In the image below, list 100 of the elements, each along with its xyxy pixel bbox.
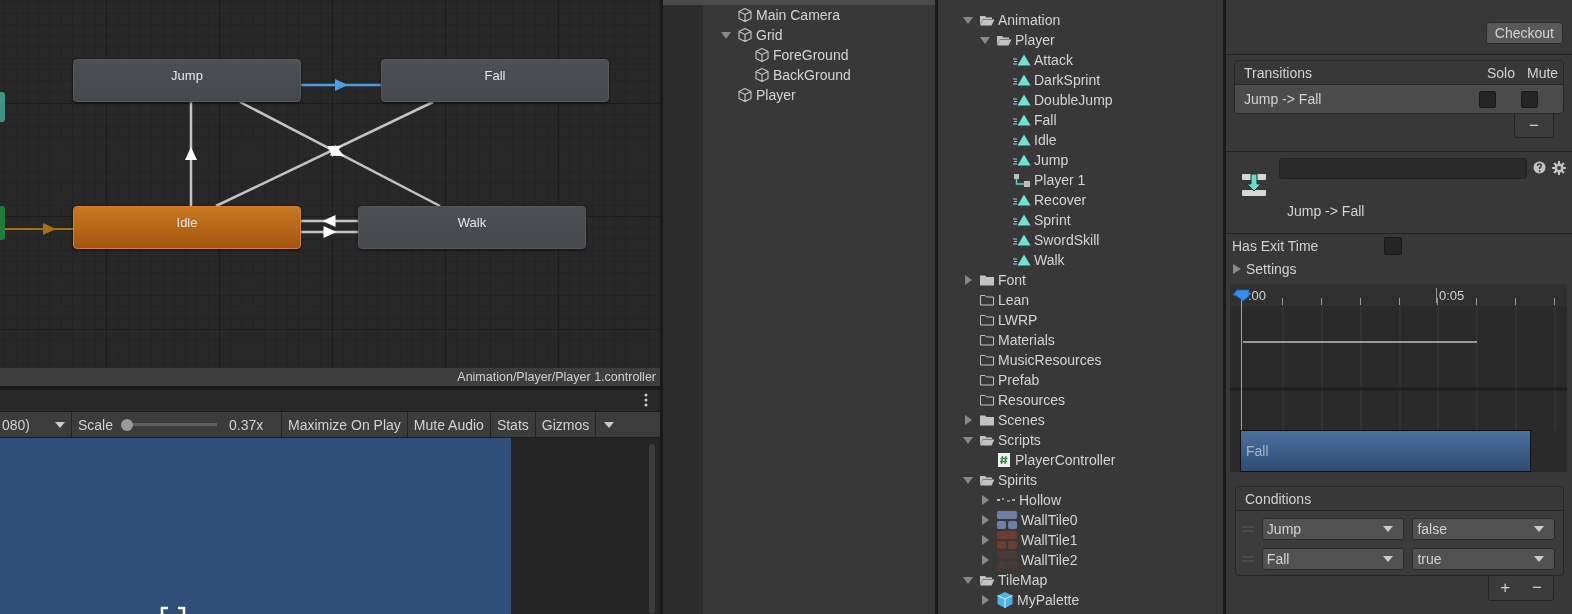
expand-arrow-icon[interactable] xyxy=(980,595,990,605)
state-node[interactable] xyxy=(0,92,5,122)
transition-arrow[interactable] xyxy=(301,226,358,238)
asset-item[interactable]: DarkSprint xyxy=(1034,72,1101,88)
expand-arrow-icon[interactable] xyxy=(980,495,990,505)
cube-icon xyxy=(754,47,770,63)
asset-item[interactable]: MyPalette xyxy=(1017,592,1080,608)
open-folder-icon xyxy=(979,433,995,447)
asset-item[interactable]: Scripts xyxy=(998,432,1041,448)
mute-checkbox[interactable] xyxy=(1521,90,1538,108)
help-icon[interactable] xyxy=(1533,161,1546,174)
expand-arrow-icon[interactable] xyxy=(721,30,731,40)
animation-clip-icon xyxy=(1013,133,1031,147)
checkout-button[interactable]: Checkout xyxy=(1485,22,1563,44)
asset-item[interactable]: Scenes xyxy=(998,412,1045,428)
transition-arrow[interactable] xyxy=(301,79,381,91)
caret-icon xyxy=(1534,526,1544,532)
state-node[interactable]: Jump xyxy=(73,59,301,102)
asset-item[interactable]: Font xyxy=(998,272,1026,288)
value-dropdown[interactable]: false xyxy=(1412,518,1555,540)
asset-item[interactable]: Walk xyxy=(1034,252,1065,268)
asset-item[interactable]: WallTile0 xyxy=(1021,512,1078,528)
folder-icon xyxy=(979,413,995,427)
column-header: Solo xyxy=(1487,64,1517,81)
cube-icon xyxy=(737,7,753,23)
caret-icon xyxy=(1383,526,1394,532)
asset-item[interactable]: TileMap xyxy=(998,572,1048,588)
animation-clip-icon xyxy=(1013,53,1031,67)
asset-item[interactable]: Attack xyxy=(1034,52,1073,68)
open-folder-icon xyxy=(979,13,995,27)
asset-item[interactable]: Hollow xyxy=(1019,492,1061,508)
asset-item[interactable]: Jump xyxy=(1034,152,1069,168)
toolbar-button[interactable]: Maximize On Play xyxy=(282,412,408,437)
column-header: Transitions xyxy=(1244,64,1313,81)
expand-arrow-icon[interactable] xyxy=(963,575,973,585)
asset-item[interactable]: Player 1 xyxy=(1034,172,1086,188)
cube-icon xyxy=(737,27,753,43)
column-header: Mute xyxy=(1527,64,1560,81)
asset-item[interactable]: Spirits xyxy=(998,472,1037,488)
animation-clip-icon xyxy=(1013,93,1031,107)
toolbar-button[interactable]: Mute Audio xyxy=(407,412,491,437)
asset-item[interactable]: Prefab xyxy=(998,372,1040,388)
settings-icon[interactable] xyxy=(1552,161,1566,175)
hierarchy-item[interactable]: ForeGround xyxy=(773,47,849,63)
state-node[interactable] xyxy=(0,206,5,240)
remove-button[interactable]: − xyxy=(1514,114,1554,138)
toolbar-button[interactable]: Stats xyxy=(490,412,536,437)
asset-item[interactable]: LWRP xyxy=(998,312,1038,328)
asset-item[interactable]: Materials xyxy=(998,332,1055,348)
asset-item[interactable]: Animation xyxy=(998,12,1061,28)
has-exit-time-checkbox[interactable] xyxy=(1384,237,1402,255)
asset-item[interactable]: PlayerController xyxy=(1015,452,1116,468)
hierarchy-item[interactable]: BackGround xyxy=(773,67,851,83)
asset-item[interactable]: DoubleJump xyxy=(1034,92,1113,108)
asset-item[interactable]: MusicResources xyxy=(998,352,1102,368)
settings-foldout[interactable]: Settings xyxy=(1246,261,1297,277)
hierarchy-item[interactable]: Main Camera xyxy=(756,7,841,23)
expand-arrow-icon[interactable] xyxy=(980,35,990,45)
folder-icon xyxy=(979,313,995,327)
asset-item[interactable]: Fall xyxy=(1034,112,1057,128)
expand-arrow-icon[interactable] xyxy=(963,475,973,485)
expand-arrow-icon[interactable] xyxy=(963,15,973,25)
asset-item[interactable]: Lean xyxy=(998,292,1030,308)
scale-reading: 0.37x xyxy=(229,416,264,433)
asset-item[interactable]: WallTile2 xyxy=(1021,552,1078,568)
time-marker-icon[interactable] xyxy=(1231,288,1251,302)
parameter-dropdown[interactable]: Fall xyxy=(1261,548,1405,570)
asset-item[interactable]: Player xyxy=(1015,32,1055,48)
value-dropdown[interactable]: true xyxy=(1412,548,1555,570)
state-node[interactable]: Fall xyxy=(381,59,609,102)
folder-icon xyxy=(979,293,995,307)
asset-item[interactable]: SwordSkill xyxy=(1034,232,1100,248)
toolbar-button[interactable]: Gizmos xyxy=(535,412,597,437)
expand-arrow-icon[interactable] xyxy=(963,435,973,445)
asset-item[interactable]: Recover xyxy=(1034,192,1087,208)
hierarchy-item[interactable]: Grid xyxy=(756,27,783,43)
transition-arrow[interactable] xyxy=(301,215,358,227)
state-node[interactable]: Walk xyxy=(358,206,586,249)
foldout-arrow-icon[interactable] xyxy=(1232,264,1241,274)
asset-item[interactable]: Sprint xyxy=(1034,212,1071,228)
folder-icon xyxy=(979,393,995,407)
animation-clip-icon xyxy=(1013,113,1031,127)
transition-row[interactable]: Jump -> Fall xyxy=(1235,85,1563,113)
solo-checkbox[interactable] xyxy=(1479,90,1496,108)
expand-arrow-icon[interactable] xyxy=(980,555,990,565)
expand-arrow-icon[interactable] xyxy=(980,515,990,525)
resolution-dropdown[interactable]: 080) xyxy=(0,412,72,437)
animation-clip-icon xyxy=(1013,213,1031,227)
parameter-dropdown[interactable]: Jump xyxy=(1261,518,1405,540)
more-options-icon[interactable] xyxy=(644,393,648,408)
expand-arrow-icon[interactable] xyxy=(963,415,973,425)
animation-clip-icon xyxy=(1013,153,1031,167)
expand-arrow-icon[interactable] xyxy=(980,535,990,545)
asset-item[interactable]: Idle xyxy=(1034,132,1057,148)
hierarchy-item[interactable]: Player xyxy=(756,87,796,103)
asset-item[interactable]: Resources xyxy=(998,392,1065,408)
expand-arrow-icon[interactable] xyxy=(963,275,973,285)
asset-item[interactable]: WallTile1 xyxy=(1021,532,1078,548)
transition-arrow[interactable] xyxy=(185,102,197,206)
time-label: 0:05 xyxy=(1436,288,1465,303)
